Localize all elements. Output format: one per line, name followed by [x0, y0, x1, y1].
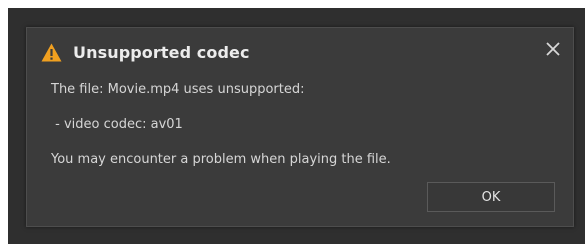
message-warning-line: You may encounter a problem when playing… — [51, 152, 391, 167]
dialog-title: Unsupported codec — [73, 42, 250, 62]
close-icon[interactable] — [545, 41, 561, 57]
unsupported-codec-dialog: Unsupported codec The file: Movie.mp4 us… — [26, 27, 574, 227]
message-file-line: The file: Movie.mp4 uses unsupported: — [51, 82, 305, 97]
warning-icon — [41, 43, 62, 62]
ok-button[interactable]: OK — [427, 182, 555, 212]
dialog-title-bar: Unsupported codec — [41, 39, 561, 65]
message-codec-line: - video codec: av01 — [51, 117, 183, 132]
